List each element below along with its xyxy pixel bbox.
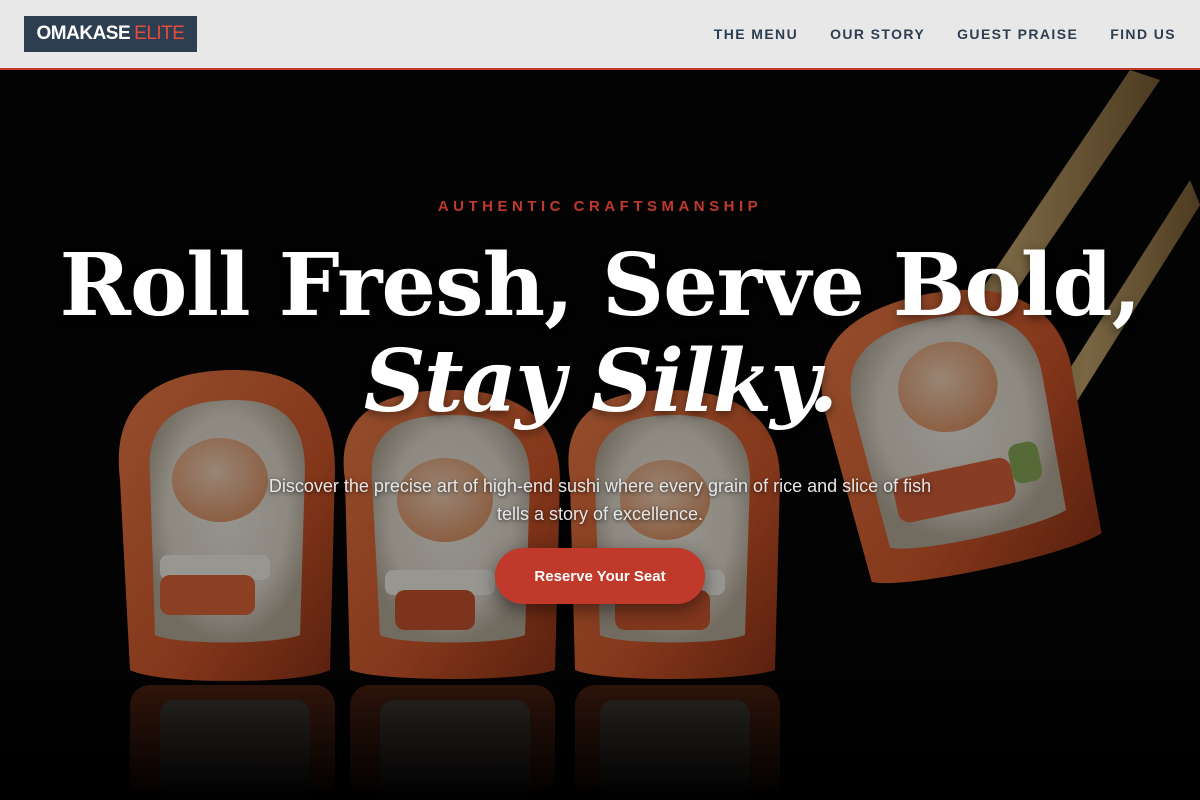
- site-header: OMAKASE ELITE THE MENU OUR STORY GUEST P…: [0, 0, 1200, 70]
- nav-link-guest-praise[interactable]: GUEST PRAISE: [957, 26, 1078, 42]
- main-nav: THE MENU OUR STORY GUEST PRAISE FIND US: [714, 0, 1176, 68]
- logo-accent-text: ELITE: [134, 23, 185, 44]
- logo-primary-text: OMAKASE: [36, 23, 131, 44]
- nav-link-find-us[interactable]: FIND US: [1110, 26, 1176, 42]
- nav-link-menu[interactable]: THE MENU: [714, 26, 798, 42]
- hero-headline-line2: Stay Silky.: [363, 331, 839, 432]
- hero-content: AUTHENTIC CRAFTSMANSHIP Roll Fresh, Serv…: [0, 70, 1200, 800]
- logo[interactable]: OMAKASE ELITE: [24, 16, 197, 52]
- hero-headline-line1: Roll Fresh, Serve Bold,: [59, 235, 1141, 336]
- hero-eyebrow: AUTHENTIC CRAFTSMANSHIP: [437, 198, 763, 215]
- reserve-seat-button[interactable]: Reserve Your Seat: [495, 548, 705, 604]
- hero-headline: Roll Fresh, Serve Bold, Stay Silky.: [0, 238, 1200, 430]
- hero-subtitle: Discover the precise art of high-end sus…: [268, 476, 932, 524]
- nav-link-our-story[interactable]: OUR STORY: [830, 26, 925, 42]
- hero-section: AUTHENTIC CRAFTSMANSHIP Roll Fresh, Serv…: [0, 70, 1200, 800]
